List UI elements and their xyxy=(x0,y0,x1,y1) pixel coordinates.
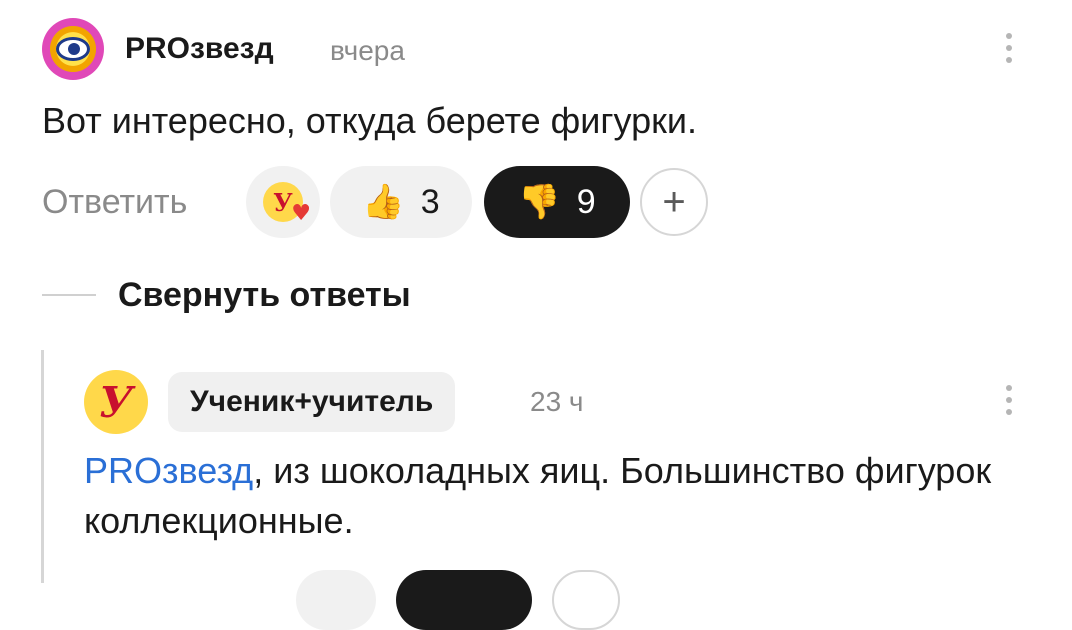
reply-time: 23 ч xyxy=(530,386,584,417)
thumbs-up-icon: 👍 xyxy=(362,183,405,221)
reaction-teacher-heart[interactable]: У ♥ xyxy=(246,166,320,238)
comment-text: Вот интересно, откуда берете фигурки. xyxy=(42,100,698,141)
reply-author[interactable]: Ученик+учитель xyxy=(168,372,456,432)
comment-author[interactable]: PROзвезд xyxy=(125,30,274,68)
eye-icon xyxy=(56,37,90,61)
reply-button[interactable]: Ответить xyxy=(42,180,187,224)
teacher-heart-icon: У ♥ xyxy=(263,182,311,226)
thread-line xyxy=(41,350,44,583)
reaction-dislike[interactable]: 👎 9 xyxy=(484,166,630,238)
more-options-icon[interactable] xyxy=(1006,385,1012,421)
dislike-count: 9 xyxy=(576,182,596,221)
collapse-divider xyxy=(42,294,96,296)
avatar[interactable] xyxy=(42,18,104,80)
reply-text: PROзвезд, из шоколадных яиц. Большинство… xyxy=(84,446,1014,546)
mention-link[interactable]: PROзвезд xyxy=(84,450,253,491)
reaction-chip[interactable] xyxy=(296,570,376,630)
thumbs-down-icon: 👎 xyxy=(518,183,561,221)
like-count: 3 xyxy=(420,182,440,221)
comment-time: вчера xyxy=(330,35,405,66)
add-reaction-button[interactable] xyxy=(552,570,620,630)
reaction-chip[interactable] xyxy=(396,570,532,630)
add-reaction-button[interactable]: + xyxy=(640,168,708,236)
avatar[interactable]: У xyxy=(84,370,148,434)
more-options-icon[interactable] xyxy=(1006,33,1012,69)
collapse-replies-button[interactable]: Свернуть ответы xyxy=(118,274,411,316)
reaction-like[interactable]: 👍 3 xyxy=(330,166,472,238)
